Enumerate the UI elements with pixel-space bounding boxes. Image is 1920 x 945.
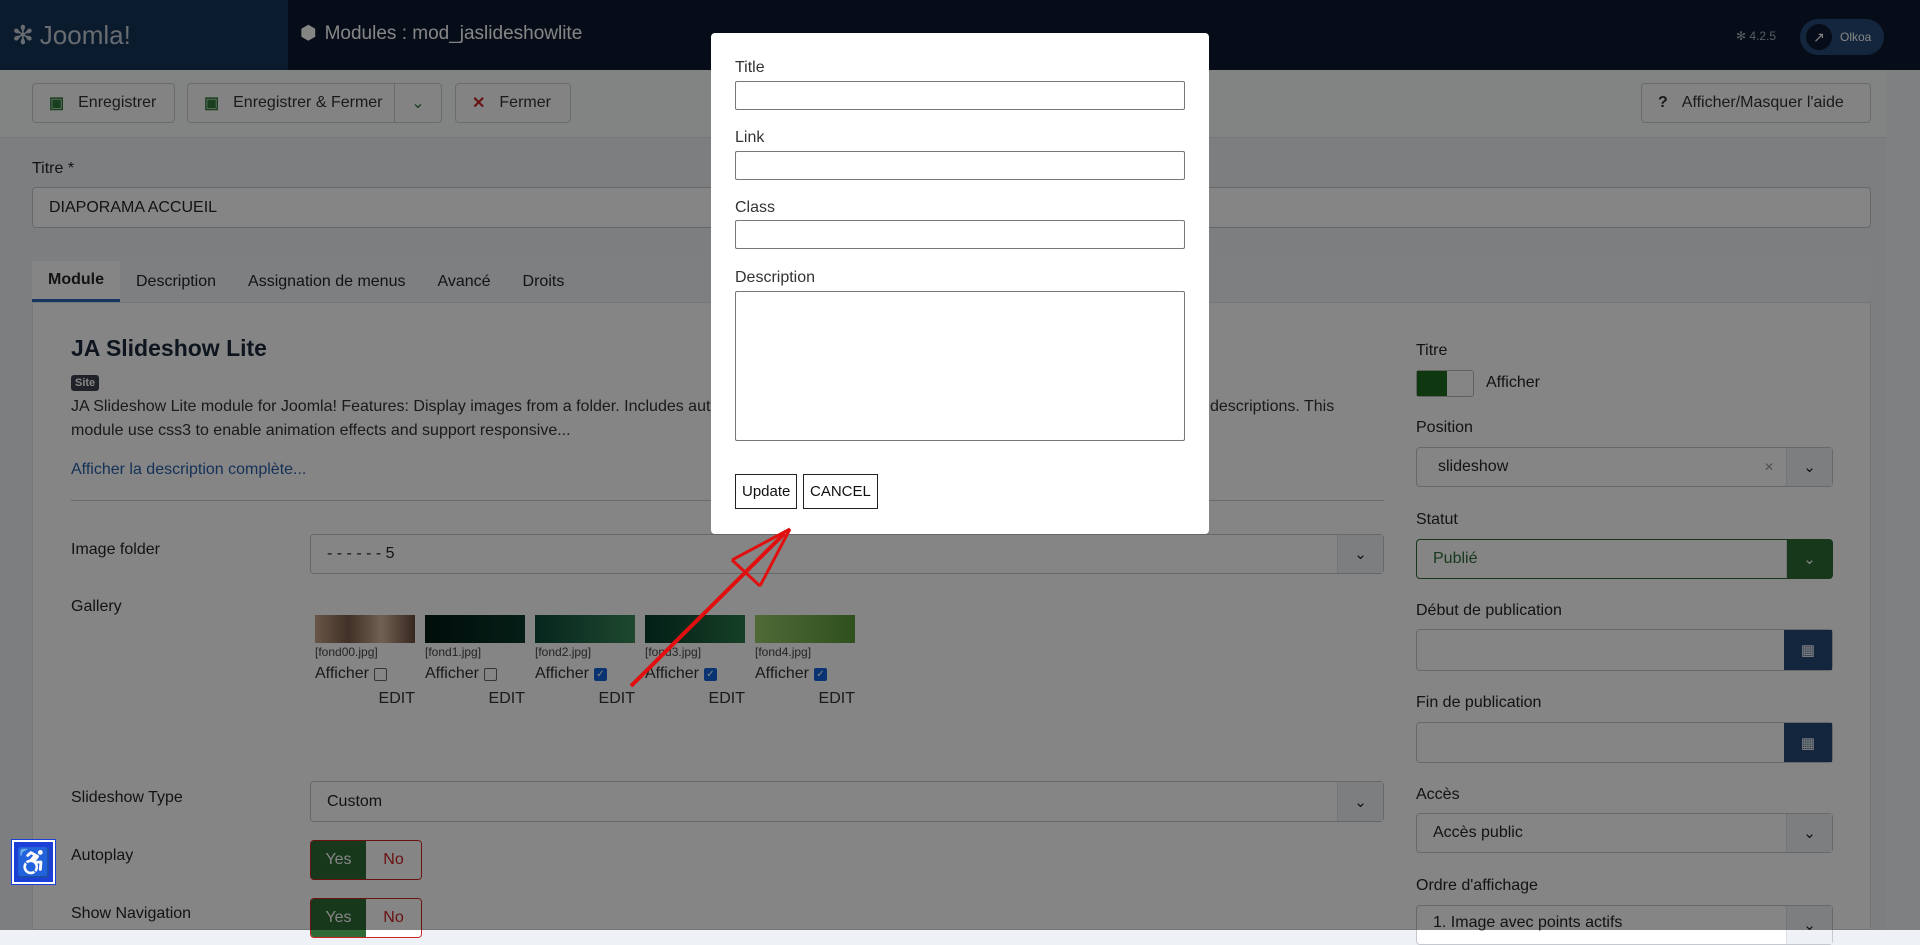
accessibility-icon[interactable]: ♿	[11, 839, 56, 885]
annotation-arrow	[629, 527, 792, 688]
arrow-shaft	[629, 531, 787, 688]
